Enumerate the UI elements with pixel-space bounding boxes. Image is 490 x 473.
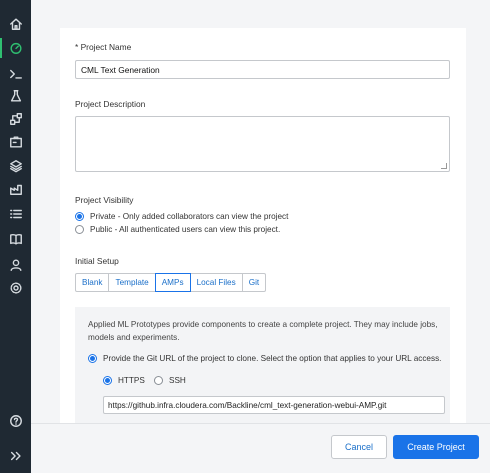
project-description-textarea[interactable] [75, 116, 450, 172]
radio-selected-icon[interactable] [103, 376, 112, 385]
create-project-button[interactable]: Create Project [393, 435, 479, 459]
radio-unselected-icon[interactable] [154, 376, 163, 385]
sidebar [0, 0, 31, 473]
expand-icon[interactable] [7, 447, 24, 464]
project-name-label: * Project Name [75, 42, 132, 52]
git-url-option[interactable]: Provide the Git URL of the project to cl… [88, 354, 441, 363]
ssh-option[interactable]: SSH [154, 376, 186, 385]
speedometer-icon[interactable] [7, 39, 24, 56]
setup-tabs: Blank Template AMPs Local Files Git [75, 273, 267, 292]
visibility-public-label: Public - All authenticated users can vie… [90, 225, 281, 234]
tab-amps[interactable]: AMPs [154, 273, 191, 292]
project-description-label: Project Description [75, 99, 146, 109]
workflow-icon[interactable] [7, 110, 24, 127]
visibility-public-option[interactable]: Public - All authenticated users can vie… [75, 225, 280, 234]
layers-icon[interactable] [7, 157, 24, 174]
active-indicator [0, 38, 2, 58]
tab-template[interactable]: Template [108, 273, 156, 292]
jobs-icon[interactable] [7, 133, 24, 150]
git-url-input[interactable] [103, 396, 445, 414]
resize-handle-icon[interactable] [441, 163, 447, 169]
radio-unselected-icon[interactable] [75, 225, 84, 234]
book-icon[interactable] [7, 230, 24, 247]
radio-selected-icon[interactable] [88, 354, 97, 363]
terminal-icon[interactable] [7, 65, 24, 82]
settings-icon[interactable] [7, 279, 24, 296]
tab-blank[interactable]: Blank [75, 273, 110, 292]
cancel-button[interactable]: Cancel [331, 435, 387, 459]
project-name-input[interactable] [75, 60, 450, 79]
amp-description: Applied ML Prototypes provide components… [88, 320, 438, 342]
https-option[interactable]: HTTPS [103, 376, 145, 385]
home-icon[interactable] [7, 15, 24, 32]
factory-icon[interactable] [7, 180, 24, 197]
tab-git[interactable]: Git [241, 273, 267, 292]
git-url-option-label: Provide the Git URL of the project to cl… [103, 354, 442, 363]
visibility-private-label: Private - Only added collaborators can v… [90, 212, 289, 221]
ssh-label: SSH [169, 376, 186, 385]
radio-selected-icon[interactable] [75, 212, 84, 221]
user-icon[interactable] [7, 256, 24, 273]
initial-setup-label: Initial Setup [75, 256, 119, 266]
tab-local-files[interactable]: Local Files [189, 273, 243, 292]
project-visibility-label: Project Visibility [75, 195, 134, 205]
flask-icon[interactable] [7, 87, 24, 104]
visibility-private-option[interactable]: Private - Only added collaborators can v… [75, 212, 288, 221]
list-icon[interactable] [7, 205, 24, 222]
help-icon[interactable] [7, 412, 24, 429]
https-label: HTTPS [118, 376, 145, 385]
